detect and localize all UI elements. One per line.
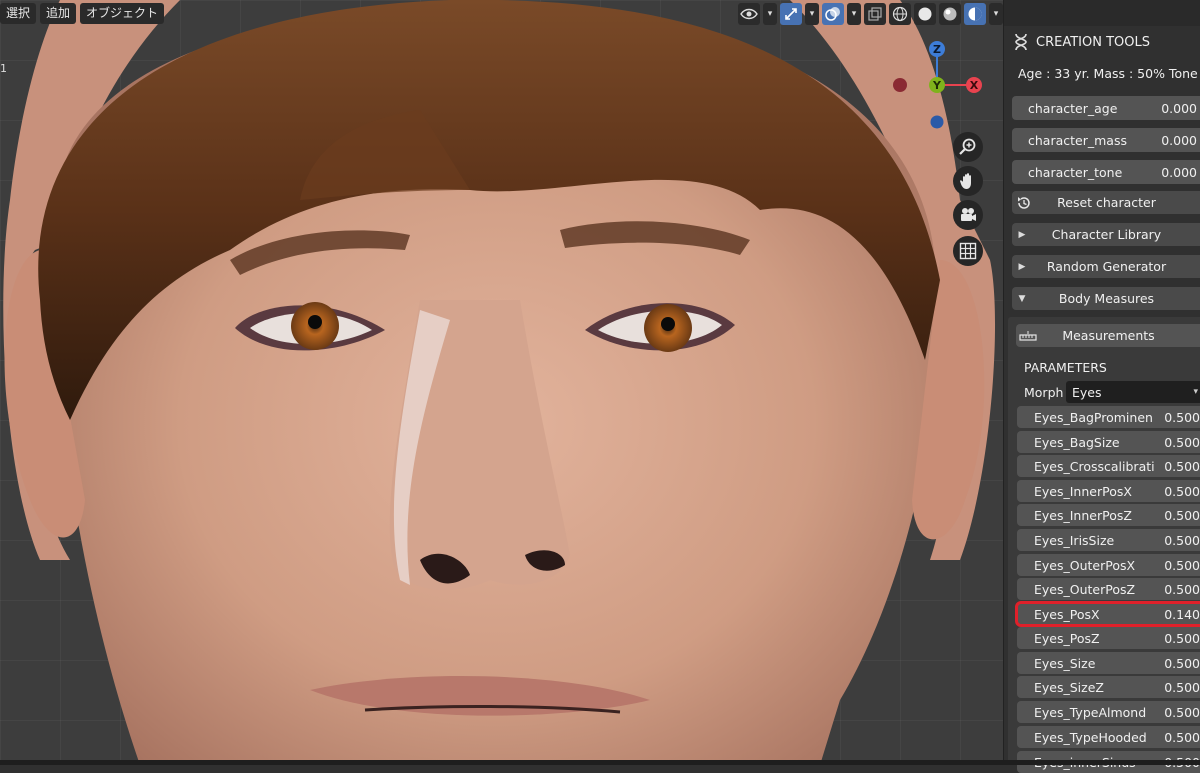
xray-icon[interactable]	[864, 3, 886, 25]
gizmo-icon[interactable]	[780, 3, 802, 25]
measurements-button[interactable]: Measurements	[1016, 324, 1200, 347]
panel-top-bar	[1004, 0, 1200, 26]
menu-add[interactable]: 追加	[40, 3, 77, 24]
axis-neg-z-icon	[930, 115, 944, 129]
chevron-down-icon[interactable]: ▾	[763, 3, 777, 25]
panel-title: CREATION TOOLS	[1036, 34, 1150, 50]
menu-select[interactable]: 選択	[0, 3, 37, 24]
creation-tools-header[interactable]: CREATION TOOLS	[1004, 28, 1200, 56]
axis-neg-x-icon	[893, 78, 907, 92]
wireframe-icon[interactable]	[889, 3, 911, 25]
material-icon[interactable]	[939, 3, 961, 25]
param-row[interactable]: Eyes_OuterPosZ 0.500	[1017, 578, 1200, 600]
character-age-field[interactable]: character_age 0.000	[1012, 96, 1200, 120]
bottom-edge	[0, 760, 1200, 765]
camera-icon[interactable]	[953, 200, 983, 230]
triangle-right-icon: ▶	[1018, 261, 1026, 272]
chevron-down-icon: ▾	[1193, 387, 1198, 397]
param-row[interactable]: Eyes_PosZ 0.500	[1017, 627, 1200, 649]
parameters-title: PARAMETERS	[1024, 360, 1107, 375]
character-tone-field[interactable]: character_tone 0.000	[1012, 160, 1200, 184]
param-row[interactable]: Eyes_TypeHooded 0.500	[1017, 726, 1200, 748]
head-model	[3, 0, 996, 765]
field-value: 0.000	[1161, 164, 1197, 180]
overlay-icon[interactable]	[822, 3, 844, 25]
reset-character-button[interactable]: Reset character	[1012, 191, 1200, 214]
navigation-gizmo[interactable]: Z X Y	[880, 36, 1000, 136]
character-info: Age : 33 yr. Mass : 50% Tone	[1018, 66, 1198, 81]
field-label: character_tone	[1028, 164, 1123, 180]
field-value: 0.000	[1161, 132, 1197, 148]
param-row[interactable]: Eyes_InnerPosX 0.500	[1017, 480, 1200, 502]
morph-value: Eyes	[1072, 384, 1102, 400]
param-row[interactable]: Eyes_Crosscalibrati 0.500	[1017, 455, 1200, 477]
param-row[interactable]: Eyes_BagSize 0.500	[1017, 431, 1200, 453]
triangle-down-icon: ▼	[1018, 293, 1026, 304]
morph-dropdown[interactable]: Eyes ▾	[1066, 381, 1200, 403]
chevron-down-icon[interactable]: ▾	[989, 3, 1003, 25]
eye-icon[interactable]	[738, 3, 760, 25]
hand-icon[interactable]	[953, 166, 983, 196]
param-row[interactable]: Eyes_OuterPosX 0.500	[1017, 554, 1200, 576]
param-row[interactable]: Eyes_TypeAlmond 0.500	[1017, 701, 1200, 723]
param-row[interactable]: Eyes_IrisSize 0.500	[1017, 529, 1200, 551]
3d-viewport[interactable]: 選択 追加 オブジェクト 1 ▾ ▾ ▾ ▾ Z X Y	[0, 0, 1003, 765]
measure-icon	[1016, 330, 1040, 342]
random-generator-section[interactable]: ▶ Random Generator	[1012, 255, 1200, 278]
field-label: character_mass	[1028, 132, 1127, 148]
body-measures-section[interactable]: ▼ Body Measures	[1012, 287, 1200, 310]
param-row[interactable]: Eyes_InnerPosZ 0.500	[1017, 504, 1200, 526]
param-row[interactable]: Eyes_Size 0.500	[1017, 652, 1200, 674]
dna-icon	[1010, 33, 1032, 51]
solid-icon[interactable]	[914, 3, 936, 25]
viewport-index: 1	[0, 62, 7, 75]
character-library-section[interactable]: ▶ Character Library	[1012, 223, 1200, 246]
param-row[interactable]: Eyes_SizeZ 0.500	[1017, 676, 1200, 698]
viewport-header-menu: 選択 追加 オブジェクト	[0, 3, 165, 24]
field-value: 0.000	[1161, 100, 1197, 116]
viewport-shading-toolbar: ▾ ▾ ▾ ▾	[738, 3, 1003, 25]
axis-y-label: Y	[932, 79, 942, 92]
param-row-eyes-posx-selected[interactable]: Eyes_PosX 0.140	[1015, 601, 1200, 627]
sidebar-panel: CREATION TOOLS Age : 33 yr. Mass : 50% T…	[1003, 0, 1200, 773]
morph-label: Morph	[1024, 385, 1064, 400]
grid-icon[interactable]	[953, 236, 983, 266]
rendered-icon[interactable]	[964, 3, 986, 25]
character-mass-field[interactable]: character_mass 0.000	[1012, 128, 1200, 152]
menu-object[interactable]: オブジェクト	[80, 3, 165, 24]
chevron-down-icon[interactable]: ▾	[805, 3, 819, 25]
field-label: character_age	[1028, 100, 1118, 116]
param-row[interactable]: Eyes_BagProminen 0.500	[1017, 406, 1200, 428]
chevron-down-icon[interactable]: ▾	[847, 3, 861, 25]
zoom-icon[interactable]	[953, 132, 983, 162]
axis-z-label: Z	[933, 43, 941, 56]
triangle-right-icon: ▶	[1018, 229, 1026, 240]
reset-icon	[1012, 195, 1036, 211]
axis-x-label: X	[970, 79, 979, 92]
